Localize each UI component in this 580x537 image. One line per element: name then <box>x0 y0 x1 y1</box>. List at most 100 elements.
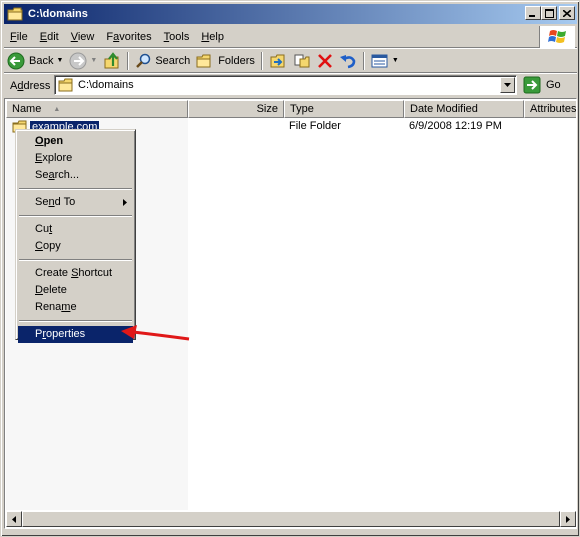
menu-label: e <box>70 301 77 313</box>
back-arrow-icon <box>7 52 25 69</box>
menu-separator <box>19 215 132 217</box>
context-menu: Open Explore Search... Send To Cut Copy … <box>15 129 136 343</box>
back-button[interactable]: Back ▼ <box>4 50 66 72</box>
go-label: Go <box>546 79 561 91</box>
menu-item-explore[interactable]: Explore <box>18 150 133 167</box>
menu-item-create-shortcut[interactable]: Create Shortcut <box>18 265 133 282</box>
up-folder-icon <box>104 51 119 68</box>
menu-edit[interactable]: Edit <box>34 31 65 43</box>
copy-to-icon <box>294 54 310 67</box>
menu-item-copy[interactable]: Copy <box>18 238 133 255</box>
go-arrow-icon <box>523 76 541 94</box>
address-label-text: dress <box>23 79 51 92</box>
menu-item-open[interactable]: Open <box>18 133 133 150</box>
menu-separator <box>19 320 132 322</box>
menu-item-search[interactable]: Search... <box>18 167 133 184</box>
maximize-button[interactable] <box>541 6 557 20</box>
menu-separator <box>19 188 132 190</box>
maximize-icon <box>544 8 554 18</box>
views-dropdown-icon[interactable]: ▼ <box>392 57 399 64</box>
menu-item-cut[interactable]: Cut <box>18 221 133 238</box>
toolbar-separator <box>127 51 130 70</box>
minimize-button[interactable] <box>525 6 541 20</box>
menu-accel: D <box>35 284 43 296</box>
menu-label: Create <box>35 267 72 279</box>
column-label: Attributes <box>530 103 576 115</box>
toolbar: Back ▼ ▼ Search Folders ▼ <box>4 49 577 73</box>
address-dropdown-button[interactable] <box>500 77 515 93</box>
column-header-name[interactable]: Name ▲ <box>6 100 188 118</box>
search-label: Search <box>155 54 191 67</box>
back-dropdown-icon[interactable]: ▼ <box>56 57 63 64</box>
column-label: Name <box>12 103 42 115</box>
scroll-left-button[interactable] <box>6 511 22 527</box>
menu-help[interactable]: Help <box>195 31 230 43</box>
row-type: File Folder <box>289 120 341 132</box>
menu-label: hortcut <box>78 267 113 279</box>
row-date-modified: 6/9/2008 12:19 PM <box>409 120 502 132</box>
menu-label: Se <box>35 169 49 181</box>
views-button[interactable]: ▼ <box>368 50 402 72</box>
close-button[interactable] <box>559 6 575 20</box>
chevron-right-icon <box>566 515 570 523</box>
menu-item-delete[interactable]: Delete <box>18 282 133 299</box>
search-button[interactable]: Search <box>132 50 193 72</box>
windows-flag-icon <box>547 30 566 43</box>
menu-label: opy <box>42 240 61 252</box>
address-label: Address <box>10 80 50 92</box>
back-label: Back <box>29 54 54 67</box>
menu-label: elete <box>42 284 67 296</box>
undo-button[interactable] <box>336 50 360 72</box>
toolbar-separator <box>260 51 263 70</box>
scrollbar-thumb[interactable] <box>22 511 560 527</box>
column-header-attributes[interactable]: Attributes <box>524 100 576 118</box>
menu-accel: O <box>35 135 44 147</box>
horizontal-scrollbar[interactable] <box>6 511 576 527</box>
scroll-right-button[interactable] <box>560 511 576 527</box>
menu-label: pen <box>43 135 64 147</box>
forward-arrow-icon <box>69 52 87 69</box>
toolbar-separator <box>362 51 365 70</box>
menu-label: xplore <box>42 152 73 164</box>
address-input[interactable]: C:\domains <box>54 75 517 95</box>
menu-item-send-to[interactable]: Send To <box>18 194 133 211</box>
folder-icon <box>58 78 73 92</box>
copy-to-button[interactable] <box>290 50 314 72</box>
column-label: Size <box>256 103 278 115</box>
close-icon <box>563 9 571 17</box>
forward-dropdown-icon[interactable]: ▼ <box>90 57 97 64</box>
views-icon <box>371 54 388 67</box>
menu-label: operties <box>46 328 86 340</box>
menu-label: vorites <box>119 30 152 43</box>
move-to-button[interactable] <box>266 50 290 72</box>
title-bar[interactable]: C:\domains <box>4 4 577 24</box>
menu-favorites[interactable]: Favorites <box>100 31 157 43</box>
menu-label: elp <box>209 30 224 43</box>
folders-button[interactable]: Folders <box>193 50 258 72</box>
column-header-date-modified[interactable]: Date Modified <box>404 100 524 118</box>
menu-file[interactable]: File <box>4 31 34 43</box>
menu-item-properties[interactable]: Properties <box>18 326 133 343</box>
menu-tools[interactable]: Tools <box>158 31 196 43</box>
column-label: Date Modified <box>410 103 478 115</box>
column-header-size[interactable]: Size <box>188 100 284 118</box>
column-header-type[interactable]: Type <box>284 100 404 118</box>
submenu-arrow-icon <box>123 199 127 206</box>
up-folder-button[interactable] <box>100 50 124 72</box>
explorer-window: C:\domains File Edit View Favorites Tool… <box>0 0 580 537</box>
menu-label: rch... <box>54 169 80 181</box>
menu-label: ools <box>169 30 190 43</box>
menu-item-rename[interactable]: Rename <box>18 299 133 316</box>
forward-button[interactable]: ▼ <box>66 50 100 72</box>
column-headers: Name ▲ Size Type Date Modified Attribute… <box>6 100 576 118</box>
search-icon <box>136 53 151 68</box>
menu-label: Rena <box>35 301 62 313</box>
annotation-arrow-icon <box>121 325 190 341</box>
delete-button[interactable] <box>314 50 336 72</box>
menu-label: iew <box>77 30 95 43</box>
menu-label: dit <box>47 30 59 43</box>
menu-view[interactable]: View <box>65 31 101 43</box>
go-button[interactable]: Go <box>523 75 561 95</box>
chevron-left-icon <box>12 515 16 523</box>
menu-accel: V <box>70 30 78 43</box>
